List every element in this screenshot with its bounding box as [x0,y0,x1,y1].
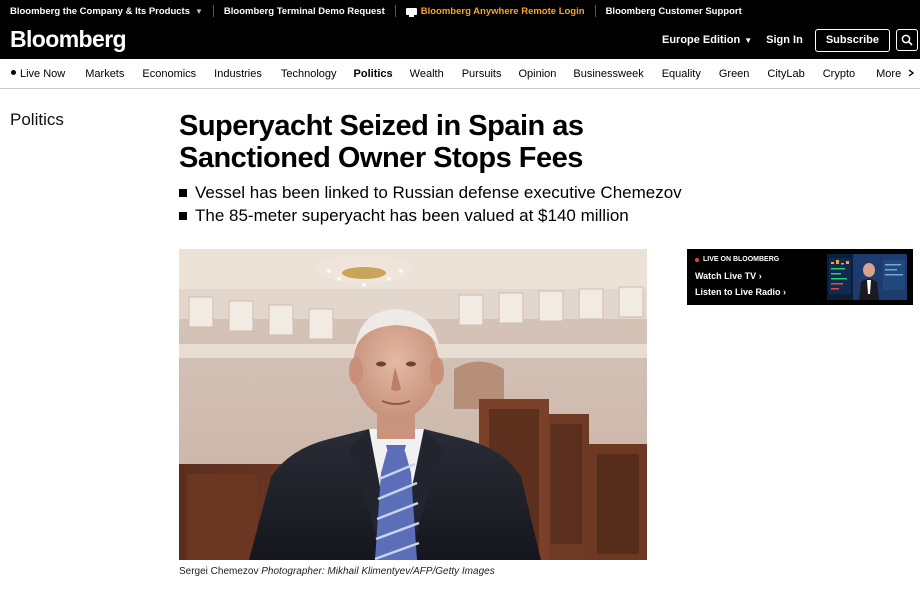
chevron-right-icon: › [758,271,762,281]
search-icon [901,34,913,46]
section-label[interactable]: Politics [10,110,64,130]
nav-item-more[interactable]: More [876,68,915,80]
live-on-bloomberg-widget: LIVE ON BLOOMBERG Watch Live TV › Listen… [687,249,913,305]
company-products-link[interactable]: Bloomberg the Company & Its Products ▼ [0,5,213,17]
abstract-item: Vessel has been linked to Russian defens… [179,181,682,204]
chevron-down-icon: ▼ [744,35,753,45]
square-bullet-icon [179,211,187,220]
customer-support-label: Bloomberg Customer Support [605,5,742,17]
nav-item-label: More [876,67,902,80]
remote-desktop-icon [405,7,417,17]
caption-subject: Sergei Chemezov [179,566,259,577]
anywhere-login-label: Bloomberg Anywhere Remote Login [420,5,585,17]
live-dot-icon [11,70,16,76]
subscribe-button[interactable]: Subscribe [814,28,890,52]
abstract-item: The 85-meter superyacht has been valued … [179,204,682,227]
nav-item-politics[interactable]: Politics [354,68,393,80]
lead-photo-image [179,249,647,560]
live-dot-icon [695,257,699,262]
caption-credit: Photographer: Mikhail Klimentyev/AFP/Get… [261,566,495,577]
nav-item-equality[interactable]: Equality [662,68,701,80]
article-abstract: Vessel has been linked to Russian defens… [179,181,682,227]
terminal-demo-label: Bloomberg Terminal Demo Request [223,5,385,17]
article-headline: Superyacht Seized in Spain as Sanctioned… [179,110,584,174]
nav-item-industries[interactable]: Industries [214,68,262,80]
chevron-right-icon [908,68,915,77]
nav-item-opinion[interactable]: Opinion [518,68,556,80]
terminal-demo-link[interactable]: Bloomberg Terminal Demo Request [212,5,395,17]
nav-item-crypto[interactable]: Crypto [823,68,855,80]
nav-item-citylab[interactable]: CityLab [767,68,804,80]
nav-item-technology[interactable]: Technology [281,68,337,80]
watch-live-tv-link[interactable]: Watch Live TV › [695,271,762,281]
brand-header: Bloomberg Europe Edition ▼ Sign In Subsc… [0,22,920,59]
live-tv-thumbnail[interactable] [827,254,907,300]
nav-item-markets[interactable]: Markets [85,68,124,80]
header-actions: Europe Edition ▼ Sign In Subscribe [662,28,920,52]
bloomberg-logo[interactable]: Bloomberg [10,26,127,53]
listen-live-radio-link[interactable]: Listen to Live Radio › [695,287,786,297]
lead-photo [179,249,647,560]
nav-item-economics[interactable]: Economics [142,68,196,80]
nav-item-label: Live Now [20,67,66,80]
nav-item-businessweek[interactable]: Businessweek [573,68,643,80]
section-nav: Live Now Markets Economics Industries Te… [0,59,920,89]
customer-support-link[interactable]: Bloomberg Customer Support [594,5,752,17]
nav-item-live-now[interactable]: Live Now [11,68,65,80]
live-header-label: LIVE ON BLOOMBERG [703,256,780,263]
company-products-label: Bloomberg the Company & Its Products [10,5,190,17]
search-button[interactable] [896,29,918,51]
nav-item-green[interactable]: Green [719,68,750,80]
square-bullet-icon [179,188,187,197]
nav-item-wealth[interactable]: Wealth [410,68,444,80]
abstract-text: Vessel has been linked to Russian defens… [195,183,682,202]
sign-in-link[interactable]: Sign In [766,34,803,46]
watch-live-tv-label: Watch Live TV [695,271,757,281]
subscribe-label: Subscribe [825,34,879,46]
chevron-right-icon: › [783,287,787,297]
live-header: LIVE ON BLOOMBERG [695,256,779,263]
abstract-text: The 85-meter superyacht has been valued … [195,206,629,225]
utility-bar: Bloomberg the Company & Its Products ▼ B… [0,0,920,22]
edition-selector[interactable]: Europe Edition ▼ [662,34,752,46]
nav-item-pursuits[interactable]: Pursuits [462,68,502,80]
photo-caption: Sergei Chemezov Photographer: Mikhail Kl… [179,566,495,577]
edition-label: Europe Edition [661,34,741,46]
listen-live-radio-label: Listen to Live Radio [695,287,781,297]
anywhere-login-link[interactable]: Bloomberg Anywhere Remote Login [394,5,595,17]
chevron-down-icon: ▼ [195,6,203,16]
